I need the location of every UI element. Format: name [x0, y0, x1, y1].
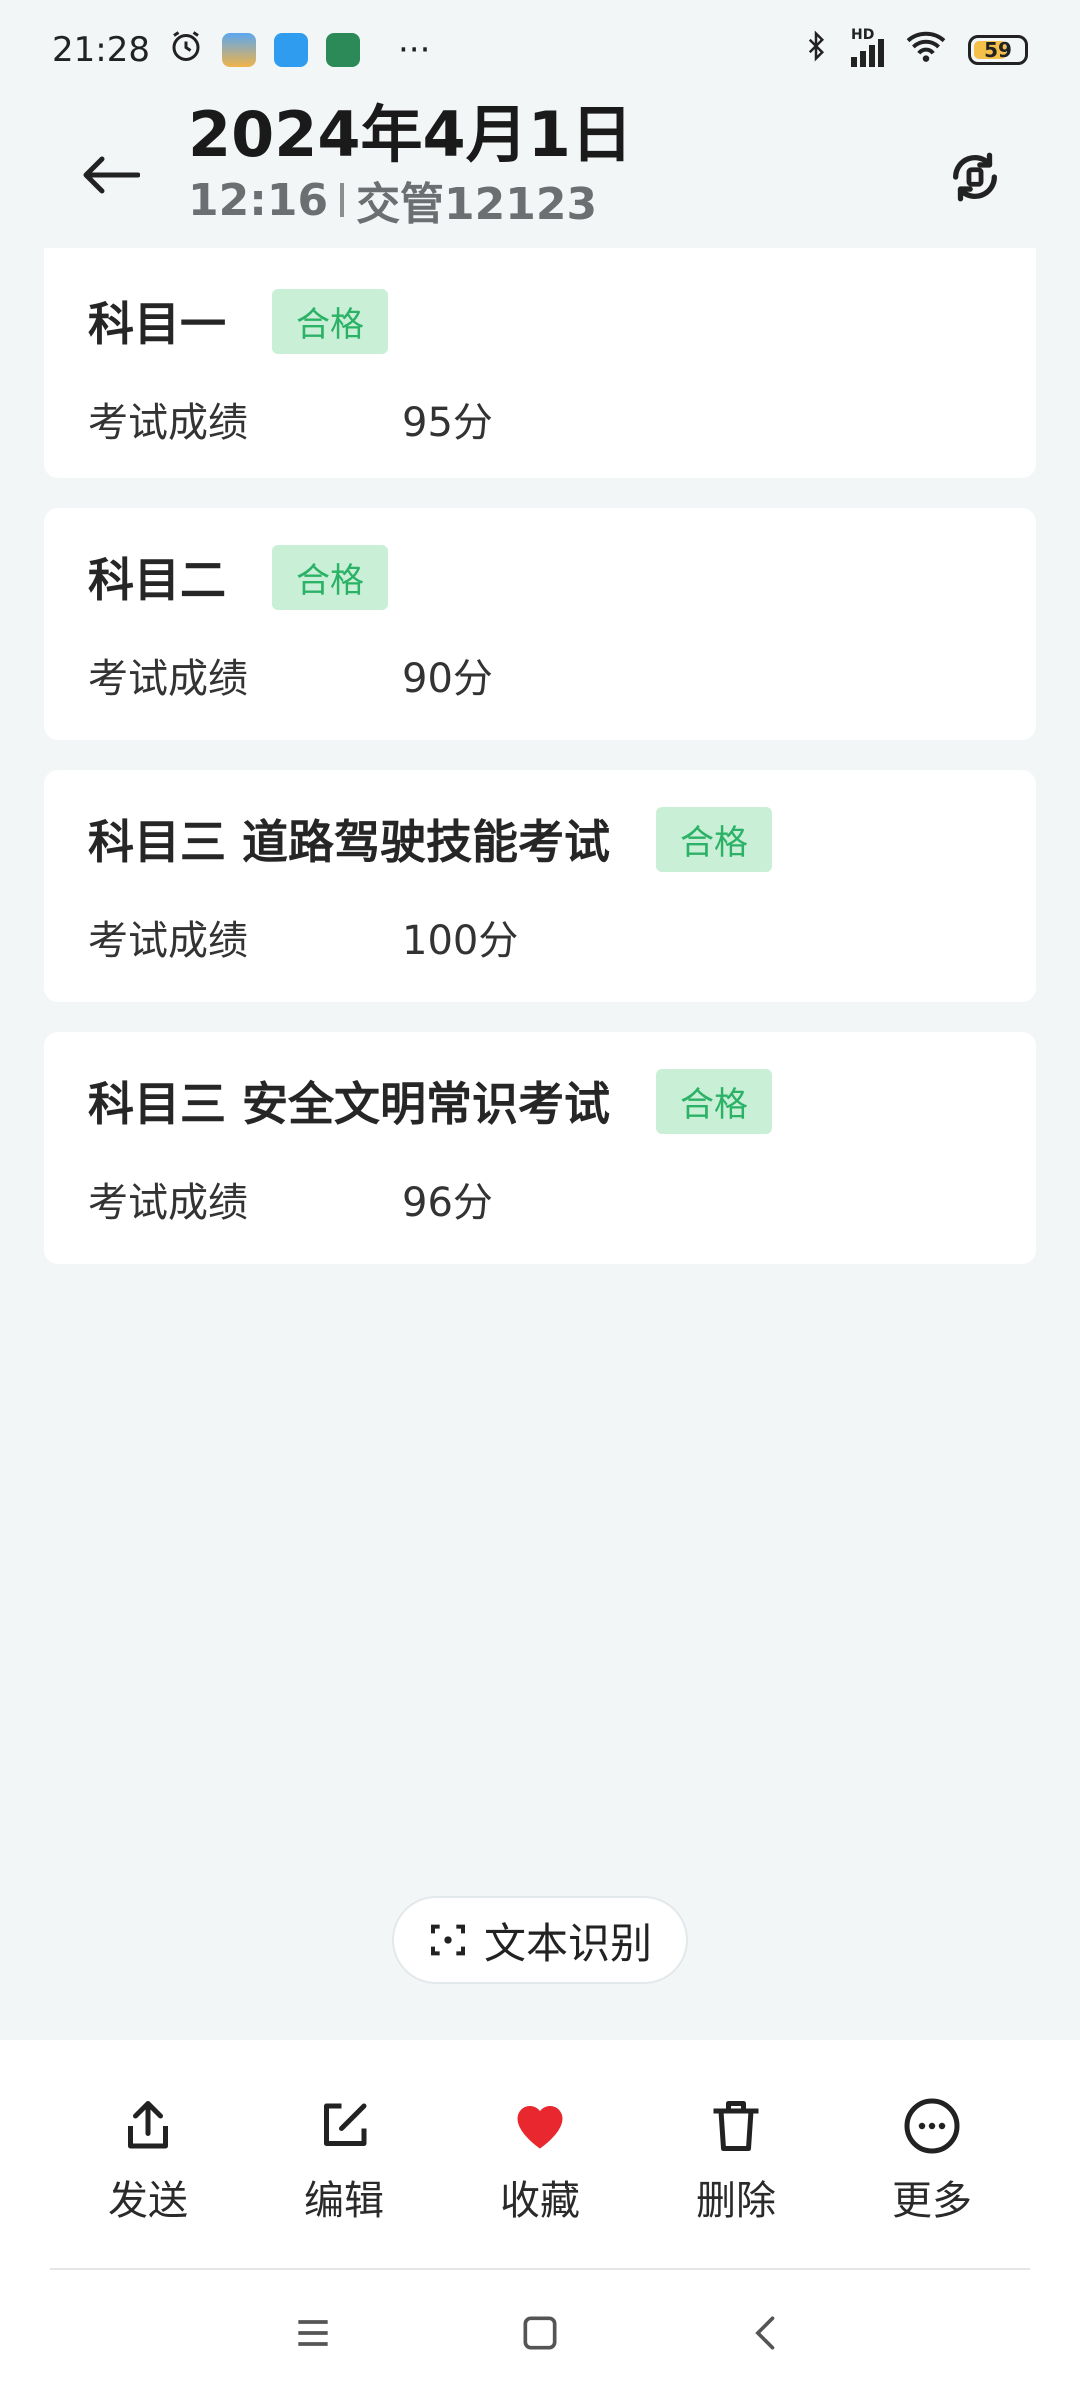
status-badge: 合格 — [272, 544, 388, 610]
home-button[interactable] — [518, 2311, 562, 2359]
send-button[interactable]: 发送 — [78, 2096, 218, 2226]
bluetooth-icon — [801, 28, 831, 73]
more-button[interactable]: 更多 — [862, 2096, 1002, 2226]
subject-title: 科目三 道路驾驶技能考试 — [88, 815, 611, 869]
menu-icon — [298, 2320, 328, 2346]
score-row: 考试成绩 96分 — [88, 1170, 992, 1228]
wifi-icon — [904, 28, 948, 73]
heart-icon — [517, 2106, 563, 2149]
score-card: 科目一 合格 考试成绩 95分 — [44, 248, 1036, 478]
score-label: 考试成绩 — [88, 918, 248, 964]
header: 2024年4月1日 12:16 交管12123 — [0, 80, 1080, 250]
favorite-button[interactable]: 收藏 — [470, 2096, 610, 2226]
score-card-list: 科目一 合格 考试成绩 95分 科目二 合格 考试成绩 90分 科目三 道路驾驶… — [44, 248, 1036, 1294]
edit-button[interactable]: 编辑 — [274, 2096, 414, 2226]
score-value: 90分 — [402, 656, 493, 702]
card-header: 科目一 合格 — [88, 288, 992, 354]
share-icon — [128, 2101, 168, 2149]
favorite-label: 收藏 — [500, 2178, 580, 2224]
photo-meta: 12:16 交管12123 — [188, 168, 597, 232]
status-time: 21:28 — [52, 30, 150, 70]
score-value: 96分 — [402, 1180, 493, 1226]
photo-time: 12:16 — [188, 174, 329, 226]
system-nav-bar — [0, 2270, 1080, 2400]
score-label: 考试成绩 — [88, 656, 248, 702]
score-label: 考试成绩 — [88, 1180, 248, 1226]
rotate-icon — [953, 152, 997, 202]
score-label: 考试成绩 — [88, 400, 248, 446]
wechat-app-icon — [325, 33, 360, 67]
text-recognition-button[interactable]: 文本识别 — [392, 1896, 688, 1984]
status-badge: 合格 — [656, 1068, 773, 1134]
score-value: 95分 — [402, 400, 493, 446]
photo-source: 交管12123 — [356, 179, 598, 230]
status-badge: 合格 — [656, 806, 773, 872]
score-card: 科目二 合格 考试成绩 90分 — [44, 508, 1036, 740]
delete-label: 删除 — [696, 2178, 776, 2224]
delete-button[interactable]: 删除 — [666, 2096, 806, 2226]
score-card: 科目三 道路驾驶技能考试 合格 考试成绩 100分 — [44, 770, 1036, 1002]
score-value: 100分 — [402, 918, 519, 964]
status-badge: 合格 — [272, 288, 388, 354]
subject-title: 科目二 — [88, 553, 226, 607]
trash-icon — [713, 2101, 759, 2151]
meta-divider — [340, 183, 345, 217]
card-header: 科目三 道路驾驶技能考试 合格 — [88, 806, 992, 872]
recent-apps-button[interactable] — [291, 2311, 335, 2359]
score-card: 科目三 安全文明常识考试 合格 考试成绩 96分 — [44, 1032, 1036, 1264]
page-title-date: 2024年4月1日 — [188, 98, 633, 171]
edit-icon — [324, 2103, 367, 2146]
send-label: 发送 — [108, 2178, 188, 2224]
square-icon — [523, 2316, 557, 2350]
scan-text-icon — [430, 1924, 465, 1956]
arrow-left-icon — [83, 156, 140, 194]
alarm-icon — [168, 28, 204, 73]
back-button[interactable] — [70, 135, 150, 215]
rotate-button[interactable] — [936, 138, 1014, 216]
cloud-app-icon — [273, 33, 308, 67]
wallet-app-icon — [221, 33, 256, 67]
battery-level: 59 — [984, 38, 1012, 62]
card-header: 科目三 安全文明常识考试 合格 — [88, 1068, 992, 1134]
signal-icon: HD — [851, 27, 884, 67]
more-label: 更多 — [892, 2178, 972, 2224]
score-row: 考试成绩 95分 — [88, 390, 992, 448]
bottom-toolbar: 发送 编辑 收藏 删除 更多 — [0, 2040, 1080, 2270]
nav-back-button[interactable] — [745, 2311, 789, 2359]
score-row: 考试成绩 90分 — [88, 646, 992, 704]
more-options-icon — [904, 2098, 960, 2154]
edit-label: 编辑 — [304, 2178, 384, 2224]
score-row: 考试成绩 100分 — [88, 908, 992, 966]
battery-icon: 59 — [968, 35, 1028, 65]
card-header: 科目二 合格 — [88, 544, 992, 610]
subject-title: 科目一 — [88, 297, 226, 351]
network-type-label: HD — [851, 27, 875, 43]
status-bar-right: HD 59 — [801, 27, 1028, 73]
status-bar-left: 21:28 ··· — [52, 28, 430, 73]
chevron-left-icon — [754, 2316, 774, 2350]
more-notifications-icon: ··· — [397, 30, 431, 70]
subject-title: 科目三 安全文明常识考试 — [88, 1077, 611, 1131]
text-recognition-label: 文本识别 — [483, 1918, 652, 1968]
